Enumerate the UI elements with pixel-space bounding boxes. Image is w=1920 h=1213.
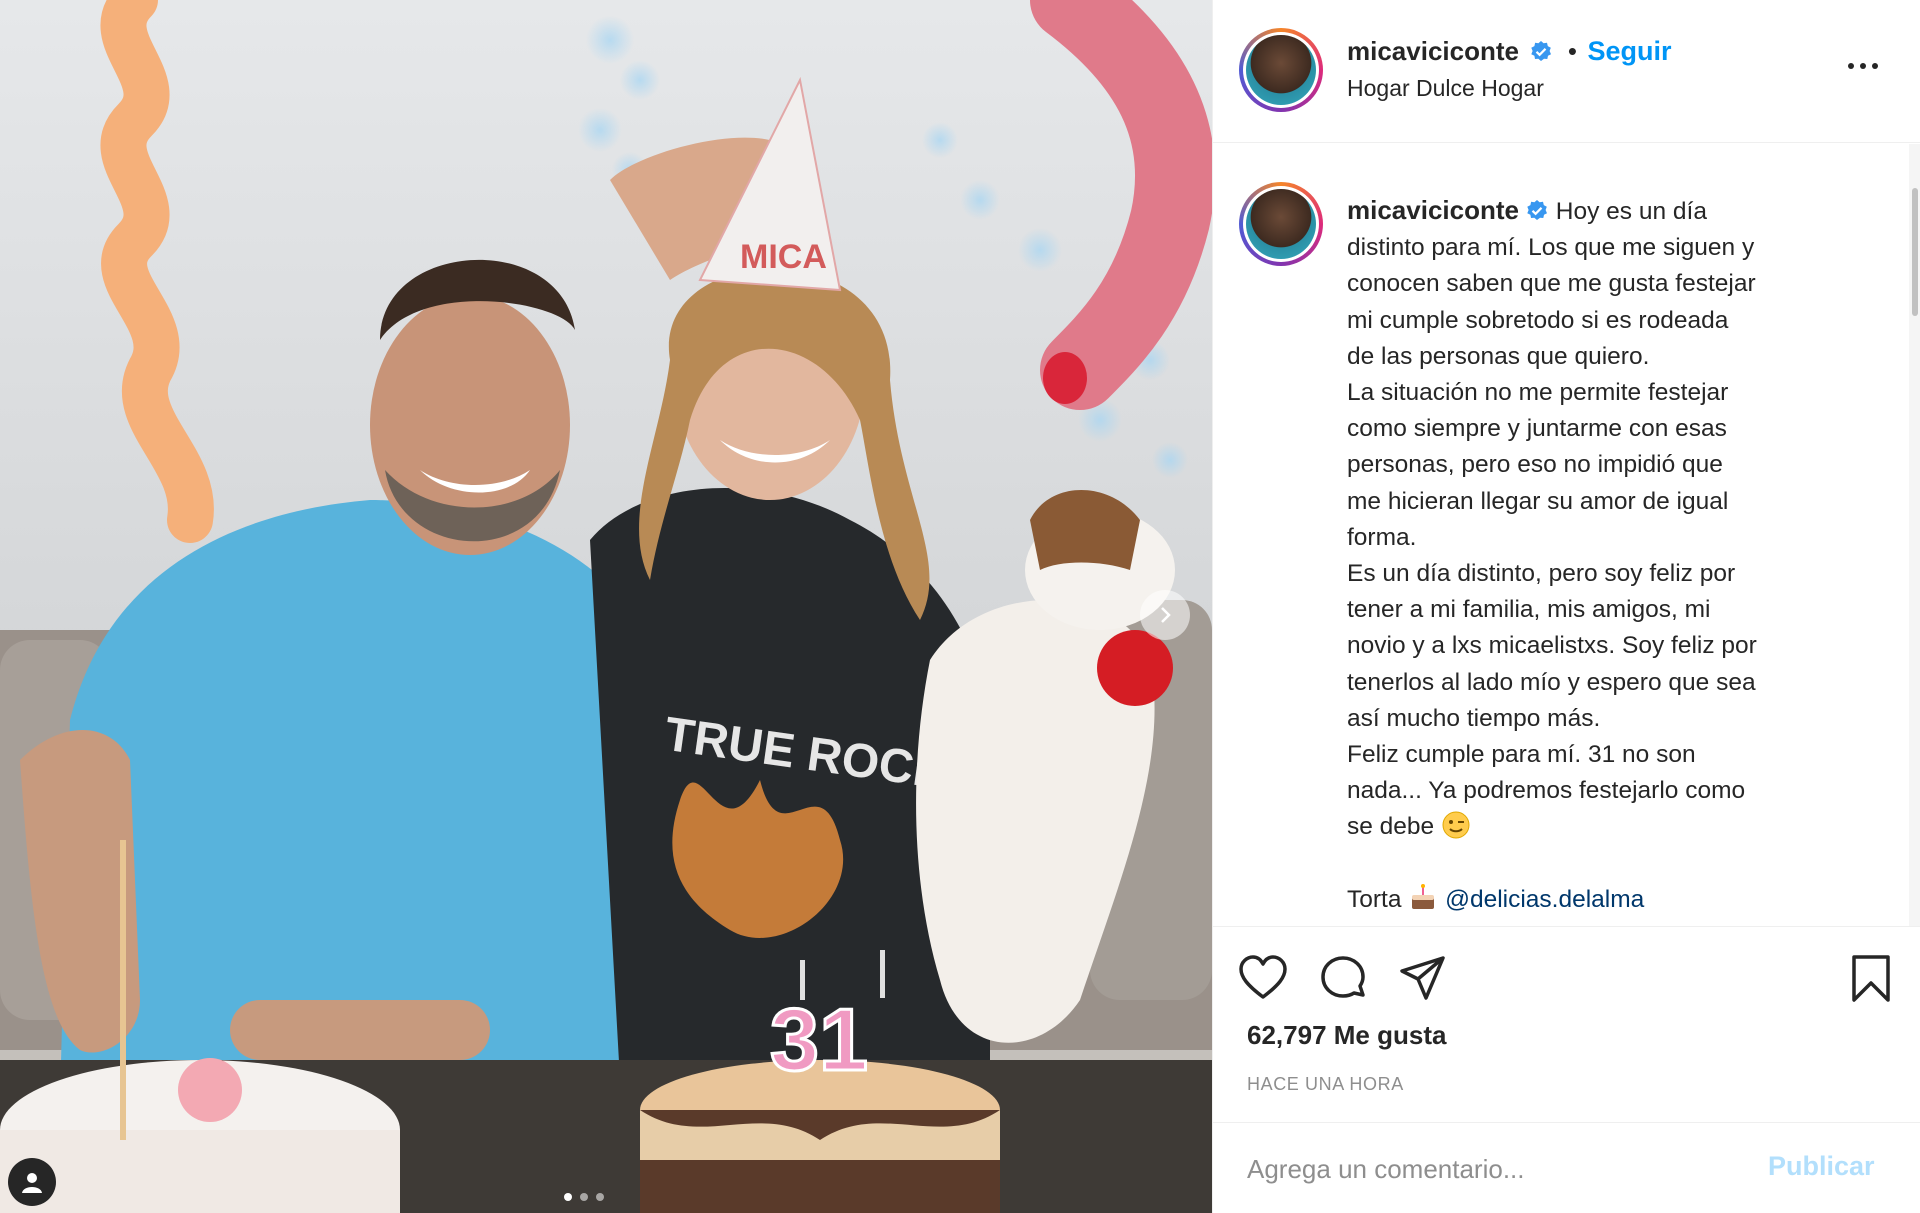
caption-line: La situación no me permite festejar bbox=[1347, 379, 1729, 407]
carousel-dot bbox=[564, 1193, 572, 1201]
caption-line: forma. bbox=[1347, 523, 1417, 551]
separator: • bbox=[1567, 36, 1577, 66]
caption-line: Hoy es un día bbox=[1555, 198, 1707, 225]
username-link[interactable]: micaviciconte bbox=[1347, 36, 1519, 66]
cake-prefix: Torta bbox=[1347, 885, 1402, 913]
post-sidebar: micaviciconte • Seguir Hogar Dulce Hogar… bbox=[1212, 0, 1920, 1213]
avatar[interactable] bbox=[1239, 28, 1323, 112]
instagram-post: MICA TRUE ROCK 31 micaviciconte • Seguir… bbox=[0, 0, 1920, 1213]
caption-username-link[interactable]: micaviciconte bbox=[1347, 195, 1519, 225]
caption-area: micaviciconte Hoy es un día distinto par… bbox=[1213, 144, 1920, 926]
more-options-icon[interactable] bbox=[1843, 56, 1883, 76]
comment-icon[interactable] bbox=[1317, 953, 1369, 1005]
comment-bar: Publicar bbox=[1213, 1122, 1920, 1213]
caption-line: tenerlos al lado mío y espero que sea bbox=[1347, 668, 1756, 696]
caption-line: Es un día distinto, pero soy feliz por bbox=[1347, 560, 1736, 588]
header-title: micaviciconte • Seguir bbox=[1347, 36, 1671, 67]
red-toy bbox=[1097, 630, 1173, 706]
wink-emoji-icon bbox=[1442, 811, 1470, 839]
bookmark-icon[interactable] bbox=[1845, 953, 1897, 1005]
caption-line: se debe bbox=[1347, 813, 1435, 841]
caption-line: mi cumple sobretodo si es rodeada bbox=[1347, 306, 1729, 334]
chevron-right-icon bbox=[1161, 607, 1171, 623]
caption-line: como siempre y juntarme con esas bbox=[1347, 415, 1727, 443]
carousel-indicator bbox=[564, 1193, 604, 1201]
location-link[interactable]: Hogar Dulce Hogar bbox=[1347, 75, 1544, 102]
caption-line: personas, pero eso no impidió que bbox=[1347, 451, 1723, 479]
paper-plane-icon[interactable] bbox=[1397, 953, 1449, 1005]
scrollbar-thumb[interactable] bbox=[1912, 188, 1918, 316]
caption-line: nada... Ya podremos festejarlo como bbox=[1347, 777, 1746, 805]
carousel-dot bbox=[580, 1193, 588, 1201]
user-tag-icon bbox=[22, 1173, 42, 1193]
caption-line: tener a mi familia, mis amigos, mi bbox=[1347, 596, 1711, 624]
likes-count[interactable]: 62,797 Me gusta bbox=[1247, 1020, 1446, 1051]
post-caption: micaviciconte Hoy es un día distinto par… bbox=[1347, 192, 1867, 918]
cake-emoji-icon bbox=[1412, 883, 1435, 909]
avatar-image bbox=[1246, 35, 1316, 105]
follow-button[interactable]: Seguir bbox=[1587, 36, 1671, 66]
caption-line: así mucho tiempo más. bbox=[1347, 704, 1601, 732]
user-tag-button[interactable] bbox=[8, 1158, 56, 1206]
post-timestamp[interactable]: HACE UNA HORA bbox=[1247, 1074, 1404, 1095]
carousel-next-button[interactable] bbox=[1140, 590, 1190, 640]
caption-line: novio y a lxs micaelistxs. Soy feliz por bbox=[1347, 632, 1757, 660]
carousel-dot bbox=[596, 1193, 604, 1201]
verified-badge-icon bbox=[1531, 41, 1552, 61]
post-header: micaviciconte • Seguir Hogar Dulce Hogar bbox=[1213, 0, 1920, 143]
comment-input[interactable] bbox=[1247, 1151, 1747, 1187]
heart-icon[interactable] bbox=[1237, 953, 1289, 1005]
mention-link[interactable]: @delicias.delalma bbox=[1445, 886, 1644, 913]
caption-line: de las personas que quiero. bbox=[1347, 342, 1650, 370]
caption-line: me hicieran llegar su amor de igual bbox=[1347, 487, 1729, 515]
post-photo[interactable]: MICA TRUE ROCK 31 bbox=[0, 0, 1212, 1213]
hat-text: MICA bbox=[740, 238, 827, 276]
caption-line: conocen saben que me gusta festejar bbox=[1347, 270, 1756, 298]
caption-line: distinto para mí. Los que me siguen y bbox=[1347, 234, 1755, 262]
caption-avatar[interactable] bbox=[1239, 182, 1323, 266]
avatar-image bbox=[1246, 189, 1316, 259]
birthday-candles: 31 bbox=[770, 990, 868, 1089]
verified-badge-icon bbox=[1527, 200, 1547, 220]
photo-scene: MICA TRUE ROCK 31 bbox=[0, 0, 1212, 1213]
publish-button[interactable]: Publicar bbox=[1768, 1151, 1875, 1182]
caption-line: Feliz cumple para mí. 31 no son bbox=[1347, 741, 1696, 769]
